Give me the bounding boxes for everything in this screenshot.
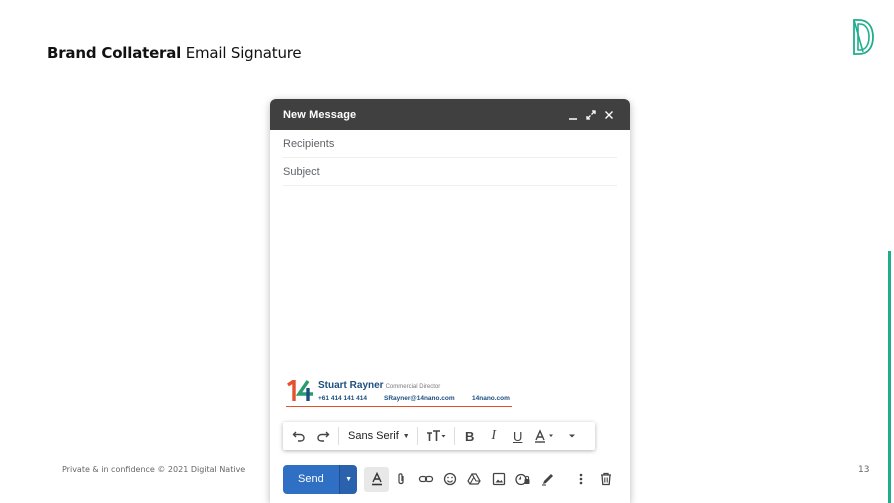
confidential-icon[interactable] <box>511 467 535 492</box>
signature-name: Stuart Rayner Commercial Director <box>318 380 440 391</box>
compose-title: New Message <box>283 108 357 121</box>
toolbar-separator <box>453 427 455 445</box>
recipients-field[interactable]: Recipients <box>283 130 617 158</box>
page-number: 13 <box>858 465 870 475</box>
signature-website[interactable]: 14nano.com <box>472 395 510 402</box>
subject-field[interactable]: Subject <box>283 158 617 186</box>
more-formatting-icon[interactable] <box>560 426 584 446</box>
slide-title-rest: Email Signature <box>181 44 302 62</box>
signature-divider <box>286 406 512 407</box>
footer-text: Private & in confidence © 2021 Digital N… <box>62 465 246 474</box>
signature-contacts: +61 414 141 414 SRayner@14nano.com 14nano.… <box>318 395 510 402</box>
toolbar-separator <box>416 427 418 445</box>
font-size-icon[interactable] <box>421 426 451 446</box>
discard-icon[interactable] <box>593 467 617 492</box>
more-options-icon[interactable] <box>569 467 593 492</box>
formatting-options-icon[interactable] <box>364 466 389 492</box>
attach-icon[interactable] <box>389 467 413 492</box>
text-color-icon[interactable] <box>530 426 560 446</box>
emoji-icon[interactable] <box>438 467 462 492</box>
signature-email[interactable]: SRayner@14nano.com <box>384 395 472 402</box>
compose-header: New Message <box>270 99 630 130</box>
accent-bar <box>888 251 891 503</box>
14nano-logo-icon <box>287 380 313 401</box>
expand-icon[interactable] <box>582 107 600 123</box>
slide-title: Brand Collateral Email Signature <box>47 44 302 62</box>
minimize-icon[interactable] <box>564 107 582 123</box>
bold-icon[interactable]: B <box>458 426 482 446</box>
toolbar-separator <box>338 427 339 445</box>
compose-window: New Message Recipients Subject Stuart Ra… <box>270 99 630 503</box>
chevron-down-icon: ▼ <box>402 432 410 440</box>
email-signature: Stuart Rayner Commercial Director +61 414… <box>286 379 512 409</box>
send-group: Send ▼ <box>283 464 358 494</box>
link-icon[interactable] <box>413 467 437 492</box>
send-button[interactable]: Send <box>283 464 339 494</box>
signature-name-text: Stuart Rayner <box>318 380 384 391</box>
formatting-toolbar: Sans Serif ▼ B I U <box>283 422 595 450</box>
digital-native-logo-icon <box>853 19 874 55</box>
compose-actions: Send ▼ <box>283 464 618 494</box>
redo-icon[interactable] <box>311 426 335 446</box>
font-family-select[interactable]: Sans Serif ▼ <box>342 430 414 442</box>
underline-icon[interactable]: U <box>506 426 530 446</box>
photo-icon[interactable] <box>487 467 511 492</box>
italic-icon[interactable]: I <box>482 426 506 446</box>
signature-role: Commercial Director <box>385 384 441 390</box>
slide-title-bold: Brand Collateral <box>47 44 182 62</box>
font-family-label: Sans Serif <box>348 430 399 442</box>
signature-phone: +61 414 141 414 <box>318 395 367 402</box>
close-icon[interactable] <box>600 107 618 123</box>
signature-icon[interactable] <box>536 467 560 492</box>
chevron-down-icon[interactable]: ▼ <box>338 464 358 494</box>
undo-icon[interactable] <box>287 426 311 446</box>
drive-icon[interactable] <box>462 467 486 492</box>
